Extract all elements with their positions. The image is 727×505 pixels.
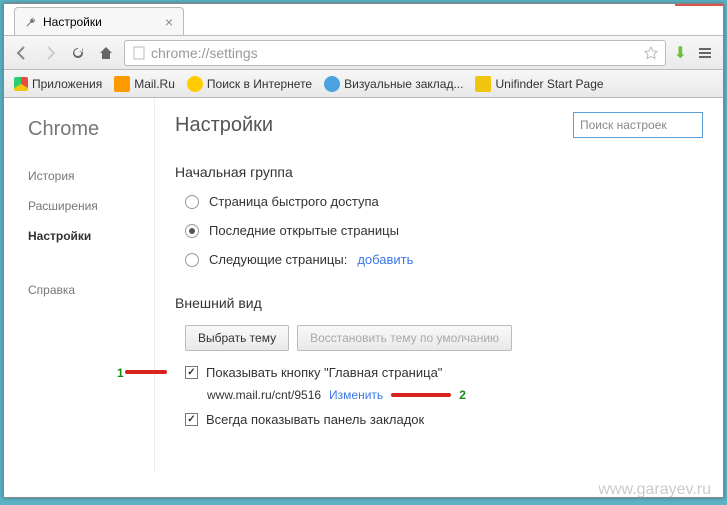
startup-option-quick[interactable]: Страница быстрого доступа [185, 194, 703, 209]
annotation-redline-1 [125, 370, 167, 374]
tab-settings[interactable]: Настройки × [14, 7, 184, 35]
reload-button[interactable] [68, 43, 88, 63]
add-pages-link[interactable]: добавить [357, 252, 413, 267]
nav-toolbar: ⬇ [4, 36, 723, 70]
tab-close-icon[interactable]: × [165, 14, 173, 30]
radio-icon [185, 253, 199, 267]
download-icon[interactable]: ⬇ [674, 43, 687, 63]
search-settings-input[interactable]: Поиск настроек [573, 112, 703, 138]
checkbox-icon [185, 413, 198, 426]
wrench-icon [25, 16, 37, 28]
annotation-redline-2 [391, 393, 451, 397]
sidebar-item-help[interactable]: Справка [28, 275, 154, 305]
checkbox-icon [185, 366, 198, 379]
show-bookmarks-checkbox-row[interactable]: Всегда показывать панель закладок [185, 412, 703, 427]
chrome-brand: Chrome [28, 118, 154, 141]
annotation-1: 1 [117, 366, 124, 380]
search-bookmark[interactable]: Поиск в Интернете [183, 74, 316, 94]
appearance-section-title: Внешний вид [175, 295, 703, 311]
page-title: Настройки [175, 114, 273, 137]
url-input[interactable] [151, 45, 639, 61]
mailru-bookmark[interactable]: Mail.Ru [110, 74, 179, 94]
forward-button[interactable] [40, 43, 60, 63]
unifinder-icon [475, 76, 491, 92]
star-icon[interactable] [643, 45, 659, 61]
sidebar-item-history[interactable]: История [28, 161, 154, 191]
back-button[interactable] [12, 43, 32, 63]
reset-theme-button[interactable]: Восстановить тему по умолчанию [297, 325, 512, 351]
apps-icon [14, 77, 28, 91]
home-url-text: www.mail.ru/cnt/9516 [207, 388, 321, 402]
annotation-2: 2 [459, 388, 466, 402]
address-bar[interactable] [124, 40, 666, 66]
startup-section-title: Начальная группа [175, 164, 703, 180]
radio-icon [185, 224, 199, 238]
browser-window: Настройки × ⬇ Приложения Mail.Ru Поиск в… [3, 3, 724, 498]
home-button[interactable] [96, 43, 116, 63]
page-icon [131, 45, 147, 61]
menu-button[interactable] [695, 43, 715, 63]
tab-strip: Настройки × [4, 6, 723, 36]
change-home-link[interactable]: Изменить [329, 388, 383, 402]
bookmarks-bar: Приложения Mail.Ru Поиск в Интернете Виз… [4, 70, 723, 98]
startup-option-last[interactable]: Последние открытые страницы [185, 223, 703, 238]
tab-title: Настройки [43, 15, 102, 29]
mailru-icon [114, 76, 130, 92]
show-home-checkbox-row[interactable]: Показывать кнопку "Главная страница" [185, 365, 703, 380]
content-area: Chrome История Расширения Настройки Спра… [4, 98, 723, 473]
choose-theme-button[interactable]: Выбрать тему [185, 325, 289, 351]
unifinder-bookmark[interactable]: Unifinder Start Page [471, 74, 607, 94]
search-bm-icon [187, 76, 203, 92]
visual-icon [324, 76, 340, 92]
sidebar-item-settings[interactable]: Настройки [28, 221, 154, 251]
settings-sidebar: Chrome История Расширения Настройки Спра… [4, 98, 154, 473]
startup-option-specific[interactable]: Следующие страницы: добавить [185, 252, 703, 267]
home-url-row: www.mail.ru/cnt/9516 Изменить 2 [207, 388, 703, 402]
visual-bookmark[interactable]: Визуальные заклад... [320, 74, 467, 94]
apps-bookmark[interactable]: Приложения [10, 75, 106, 93]
settings-main: Настройки Поиск настроек Начальная групп… [154, 98, 723, 473]
sidebar-item-extensions[interactable]: Расширения [28, 191, 154, 221]
radio-icon [185, 195, 199, 209]
watermark: www.garayev.ru [598, 481, 711, 499]
